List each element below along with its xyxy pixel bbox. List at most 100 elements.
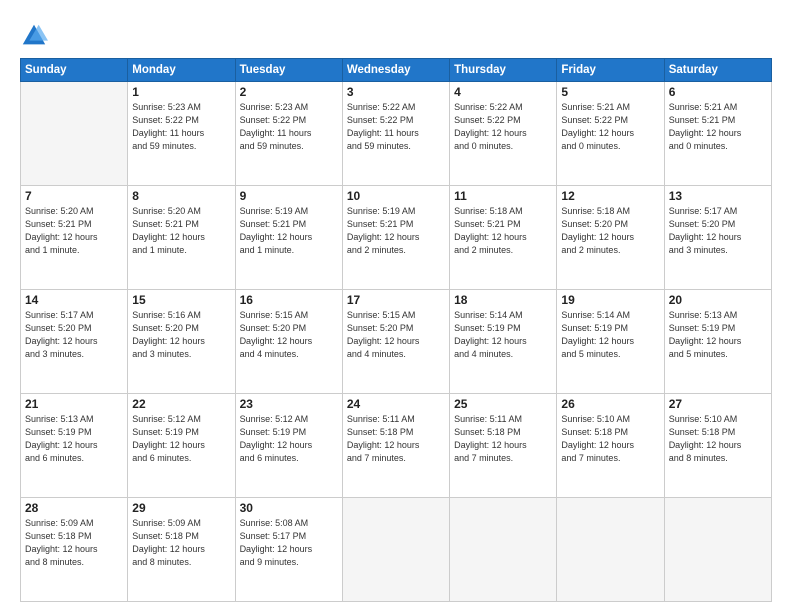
calendar-cell: 9 Sunrise: 5:19 AM Sunset: 5:21 PM Daylig… <box>235 186 342 290</box>
day-number: 18 <box>454 293 552 307</box>
calendar-cell <box>342 498 449 602</box>
cell-info: Sunrise: 5:22 AM Sunset: 5:22 PM Dayligh… <box>347 101 445 153</box>
calendar-cell: 27 Sunrise: 5:10 AM Sunset: 5:18 PM Dayli… <box>664 394 771 498</box>
cell-info: Sunrise: 5:14 AM Sunset: 5:19 PM Dayligh… <box>561 309 659 361</box>
cell-info: Sunrise: 5:19 AM Sunset: 5:21 PM Dayligh… <box>347 205 445 257</box>
calendar-cell: 16 Sunrise: 5:15 AM Sunset: 5:20 PM Dayli… <box>235 290 342 394</box>
day-number: 4 <box>454 85 552 99</box>
page: SundayMondayTuesdayWednesdayThursdayFrid… <box>0 0 792 612</box>
calendar-cell <box>450 498 557 602</box>
calendar-week-5: 28 Sunrise: 5:09 AM Sunset: 5:18 PM Dayli… <box>21 498 772 602</box>
cell-info: Sunrise: 5:18 AM Sunset: 5:21 PM Dayligh… <box>454 205 552 257</box>
calendar-cell: 23Sunrise: 5:12 AM Sunset: 5:19 PM Dayli… <box>235 394 342 498</box>
cell-info: Sunrise: 5:17 AM Sunset: 5:20 PM Dayligh… <box>25 309 123 361</box>
calendar-week-1: 1Sunrise: 5:23 AM Sunset: 5:22 PM Daylig… <box>21 82 772 186</box>
day-number: 13 <box>669 189 767 203</box>
cell-info: Sunrise: 5:10 AM Sunset: 5:18 PM Dayligh… <box>561 413 659 465</box>
calendar-cell: 3 Sunrise: 5:22 AM Sunset: 5:22 PM Daylig… <box>342 82 449 186</box>
cell-info: Sunrise: 5:12 AM Sunset: 5:19 PM Dayligh… <box>240 413 338 465</box>
cell-info: Sunrise: 5:15 AM Sunset: 5:20 PM Dayligh… <box>240 309 338 361</box>
calendar-cell: 22 Sunrise: 5:12 AM Sunset: 5:19 PM Dayli… <box>128 394 235 498</box>
cell-info: Sunrise: 5:23 AM Sunset: 5:22 PM Dayligh… <box>240 101 338 153</box>
day-number: 22 <box>132 397 230 411</box>
day-number: 26 <box>561 397 659 411</box>
weekday-header-wednesday: Wednesday <box>342 59 449 82</box>
cell-info: Sunrise: 5:09 AM Sunset: 5:18 PM Dayligh… <box>25 517 123 569</box>
cell-info: Sunrise: 5:13 AM Sunset: 5:19 PM Dayligh… <box>669 309 767 361</box>
header <box>20 18 772 50</box>
calendar-cell: 15 Sunrise: 5:16 AM Sunset: 5:20 PM Dayli… <box>128 290 235 394</box>
cell-info: Sunrise: 5:18 AM Sunset: 5:20 PM Dayligh… <box>561 205 659 257</box>
calendar-cell: 25Sunrise: 5:11 AM Sunset: 5:18 PM Dayli… <box>450 394 557 498</box>
calendar-cell: 26 Sunrise: 5:10 AM Sunset: 5:18 PM Dayli… <box>557 394 664 498</box>
day-number: 29 <box>132 501 230 515</box>
calendar-cell: 7 Sunrise: 5:20 AM Sunset: 5:21 PM Daylig… <box>21 186 128 290</box>
logo <box>20 22 52 50</box>
calendar-cell: 8 Sunrise: 5:20 AM Sunset: 5:21 PM Daylig… <box>128 186 235 290</box>
calendar-cell: 14 Sunrise: 5:17 AM Sunset: 5:20 PM Dayli… <box>21 290 128 394</box>
cell-info: Sunrise: 5:14 AM Sunset: 5:19 PM Dayligh… <box>454 309 552 361</box>
calendar-cell: 20 Sunrise: 5:13 AM Sunset: 5:19 PM Dayli… <box>664 290 771 394</box>
weekday-header-tuesday: Tuesday <box>235 59 342 82</box>
day-number: 14 <box>25 293 123 307</box>
calendar-cell: 21 Sunrise: 5:13 AM Sunset: 5:19 PM Dayli… <box>21 394 128 498</box>
day-number: 21 <box>25 397 123 411</box>
calendar-cell: 2 Sunrise: 5:23 AM Sunset: 5:22 PM Daylig… <box>235 82 342 186</box>
calendar-week-2: 7 Sunrise: 5:20 AM Sunset: 5:21 PM Daylig… <box>21 186 772 290</box>
calendar-week-3: 14 Sunrise: 5:17 AM Sunset: 5:20 PM Dayli… <box>21 290 772 394</box>
day-number: 6 <box>669 85 767 99</box>
day-number: 8 <box>132 189 230 203</box>
cell-info: Sunrise: 5:21 AM Sunset: 5:22 PM Dayligh… <box>561 101 659 153</box>
calendar-cell: 10 Sunrise: 5:19 AM Sunset: 5:21 PM Dayli… <box>342 186 449 290</box>
calendar-cell <box>21 82 128 186</box>
calendar-cell: 6 Sunrise: 5:21 AM Sunset: 5:21 PM Daylig… <box>664 82 771 186</box>
day-number: 10 <box>347 189 445 203</box>
calendar-cell: 17Sunrise: 5:15 AM Sunset: 5:20 PM Dayli… <box>342 290 449 394</box>
logo-icon <box>20 22 48 50</box>
calendar-week-4: 21 Sunrise: 5:13 AM Sunset: 5:19 PM Dayli… <box>21 394 772 498</box>
day-number: 28 <box>25 501 123 515</box>
calendar-cell <box>664 498 771 602</box>
day-number: 25 <box>454 397 552 411</box>
cell-info: Sunrise: 5:23 AM Sunset: 5:22 PM Dayligh… <box>132 101 230 153</box>
cell-info: Sunrise: 5:10 AM Sunset: 5:18 PM Dayligh… <box>669 413 767 465</box>
cell-info: Sunrise: 5:17 AM Sunset: 5:20 PM Dayligh… <box>669 205 767 257</box>
cell-info: Sunrise: 5:13 AM Sunset: 5:19 PM Dayligh… <box>25 413 123 465</box>
day-number: 20 <box>669 293 767 307</box>
cell-info: Sunrise: 5:12 AM Sunset: 5:19 PM Dayligh… <box>132 413 230 465</box>
cell-info: Sunrise: 5:19 AM Sunset: 5:21 PM Dayligh… <box>240 205 338 257</box>
day-number: 19 <box>561 293 659 307</box>
calendar-cell: 24Sunrise: 5:11 AM Sunset: 5:18 PM Dayli… <box>342 394 449 498</box>
day-number: 7 <box>25 189 123 203</box>
weekday-header-friday: Friday <box>557 59 664 82</box>
calendar-cell: 19 Sunrise: 5:14 AM Sunset: 5:19 PM Dayli… <box>557 290 664 394</box>
calendar-cell: 12 Sunrise: 5:18 AM Sunset: 5:20 PM Dayli… <box>557 186 664 290</box>
day-number: 9 <box>240 189 338 203</box>
weekday-header-sunday: Sunday <box>21 59 128 82</box>
calendar-cell: 13 Sunrise: 5:17 AM Sunset: 5:20 PM Dayli… <box>664 186 771 290</box>
day-number: 16 <box>240 293 338 307</box>
cell-info: Sunrise: 5:21 AM Sunset: 5:21 PM Dayligh… <box>669 101 767 153</box>
calendar-cell: 29Sunrise: 5:09 AM Sunset: 5:18 PM Dayli… <box>128 498 235 602</box>
cell-info: Sunrise: 5:20 AM Sunset: 5:21 PM Dayligh… <box>132 205 230 257</box>
day-number: 30 <box>240 501 338 515</box>
day-number: 24 <box>347 397 445 411</box>
weekday-header-monday: Monday <box>128 59 235 82</box>
day-number: 2 <box>240 85 338 99</box>
day-number: 17 <box>347 293 445 307</box>
cell-info: Sunrise: 5:16 AM Sunset: 5:20 PM Dayligh… <box>132 309 230 361</box>
weekday-header-thursday: Thursday <box>450 59 557 82</box>
day-number: 27 <box>669 397 767 411</box>
day-number: 11 <box>454 189 552 203</box>
day-number: 12 <box>561 189 659 203</box>
weekday-header-row: SundayMondayTuesdayWednesdayThursdayFrid… <box>21 59 772 82</box>
calendar-cell <box>557 498 664 602</box>
calendar-cell: 5Sunrise: 5:21 AM Sunset: 5:22 PM Daylig… <box>557 82 664 186</box>
calendar-table: SundayMondayTuesdayWednesdayThursdayFrid… <box>20 58 772 602</box>
day-number: 15 <box>132 293 230 307</box>
cell-info: Sunrise: 5:22 AM Sunset: 5:22 PM Dayligh… <box>454 101 552 153</box>
day-number: 3 <box>347 85 445 99</box>
calendar-cell: 4 Sunrise: 5:22 AM Sunset: 5:22 PM Daylig… <box>450 82 557 186</box>
cell-info: Sunrise: 5:20 AM Sunset: 5:21 PM Dayligh… <box>25 205 123 257</box>
calendar-cell: 28 Sunrise: 5:09 AM Sunset: 5:18 PM Dayli… <box>21 498 128 602</box>
